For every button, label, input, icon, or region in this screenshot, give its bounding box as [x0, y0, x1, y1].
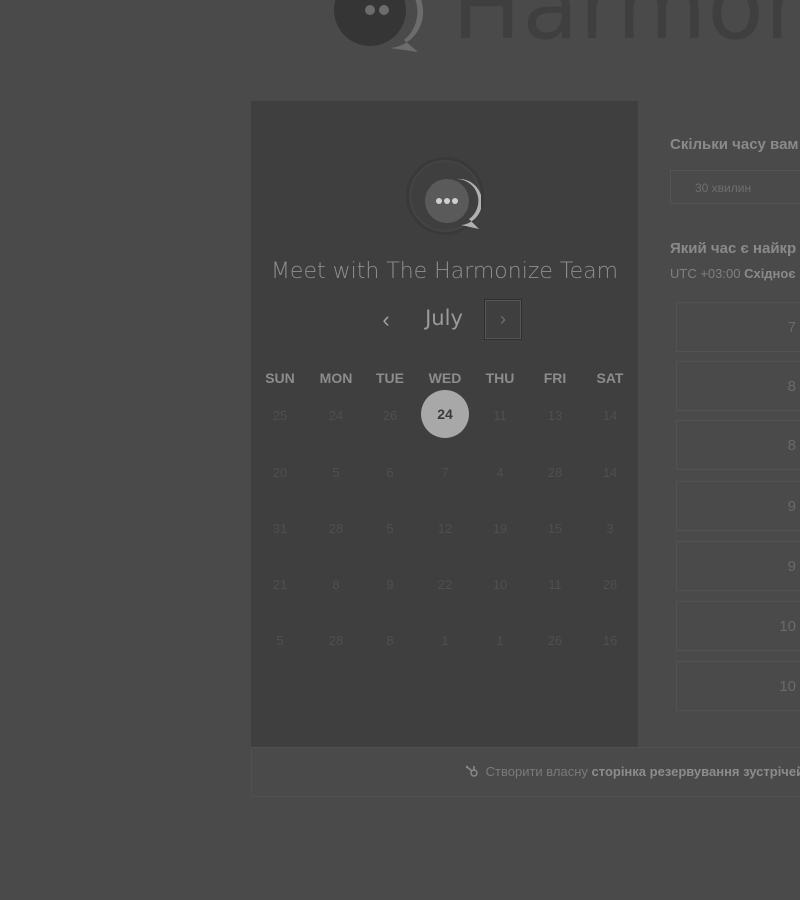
time-slot-label: 10: [779, 678, 796, 695]
calendar-day: 5: [332, 465, 340, 480]
calendar-day: 11: [548, 577, 562, 592]
calendar-day: 13: [547, 408, 563, 423]
duration-question: Скільки часу вам: [670, 136, 799, 153]
time-slot-label: 9: [787, 558, 796, 575]
footer-link-text[interactable]: сторінка резервування зустрічей: [592, 764, 800, 779]
calendar-day: 7: [441, 465, 449, 480]
calendar-day: 19: [492, 521, 508, 536]
calendar-day: 22: [437, 577, 453, 592]
chat-bubble-avatar-icon: [425, 178, 481, 229]
calendar-day: 14: [602, 465, 618, 480]
duration-value: 30 хвилин: [695, 181, 752, 195]
brand-header: Harmon: [332, 0, 800, 60]
time-slot-label: 8: [787, 437, 796, 454]
calendar-day: 6: [386, 465, 394, 480]
time-slot-label: 10: [779, 618, 796, 635]
time-slot[interactable]: 10: [676, 601, 800, 651]
calendar-day: 4: [496, 465, 504, 480]
calendar-day: 5: [386, 521, 394, 536]
time-slot[interactable]: 10: [676, 661, 800, 711]
weekday-sun: SUN: [265, 370, 295, 386]
calendar-panel: Meet with The Harmonize Team ‹ July › SU…: [251, 101, 638, 747]
calendar-day: 24: [328, 408, 344, 423]
calendar-day: 10: [492, 577, 508, 592]
next-month-button[interactable]: ›: [484, 299, 522, 340]
meeting-title: Meet with The Harmonize Team: [270, 259, 619, 284]
calendar-day: 8: [386, 633, 394, 648]
time-slot-label: 9: [787, 498, 796, 515]
weekday-fri: FRI: [543, 370, 567, 386]
weekday-mon: MON: [319, 370, 353, 386]
calendar-day: 15: [547, 521, 563, 536]
timezone-name: Східноє: [744, 266, 796, 281]
time-question: Який час є найкр: [670, 240, 797, 257]
time-slot[interactable]: 7: [676, 302, 800, 352]
month-label: July: [425, 306, 463, 330]
calendar-day: 26: [382, 408, 398, 423]
weekday-wed: WED: [428, 370, 462, 386]
create-booking-page-link[interactable]: Створити власну сторінка резервування зу…: [465, 764, 800, 779]
time-slot[interactable]: 8: [676, 361, 800, 411]
time-slot[interactable]: 9: [676, 541, 800, 591]
weekday-sat: SAT: [596, 370, 624, 386]
chat-bubble-logo-icon: [334, 0, 424, 52]
calendar-day: 5: [276, 633, 284, 648]
brand-name: Harmon: [452, 0, 800, 60]
calendar-day: 12: [437, 521, 453, 536]
time-slot-label: 8: [787, 378, 796, 395]
calendar-day: 21: [272, 577, 288, 592]
calendar-day: 1: [496, 633, 504, 648]
timezone-label[interactable]: UTC +03:00 Східноє: [670, 266, 796, 281]
calendar-day: 14: [602, 408, 618, 423]
hubspot-sprocket-icon: [465, 765, 478, 777]
calendar-day-selected[interactable]: 24: [421, 390, 469, 438]
calendar-day: 3: [606, 521, 614, 536]
calendar-day: 8: [332, 577, 340, 592]
weekday-thu: THU: [485, 370, 515, 386]
calendar-day: 26: [547, 633, 563, 648]
calendar-day: 16: [602, 633, 618, 648]
prev-month-button[interactable]: ‹: [369, 303, 403, 337]
footer-bar: Створити власну сторінка резервування зу…: [251, 747, 800, 797]
calendar-day: 28: [602, 577, 618, 592]
calendar-day: 20: [272, 465, 288, 480]
calendar-day: 25: [272, 408, 288, 423]
calendar-day: 9: [386, 577, 394, 592]
calendar-day: 28: [328, 633, 344, 648]
calendar-day: 28: [328, 521, 344, 536]
calendar-day: 11: [493, 408, 507, 423]
weekday-tue: TUE: [376, 370, 404, 386]
time-slot[interactable]: 8: [676, 420, 800, 470]
time-slot-label: 7: [787, 319, 796, 336]
calendar-day: 1: [441, 633, 449, 648]
time-slot[interactable]: 9: [676, 481, 800, 531]
footer-prefix: Створити власну: [485, 764, 588, 779]
calendar-day: 31: [272, 521, 288, 536]
calendar-day: 28: [547, 465, 563, 480]
duration-select[interactable]: 30 хвилин: [670, 170, 800, 204]
timezone-offset: UTC +03:00: [670, 266, 741, 281]
